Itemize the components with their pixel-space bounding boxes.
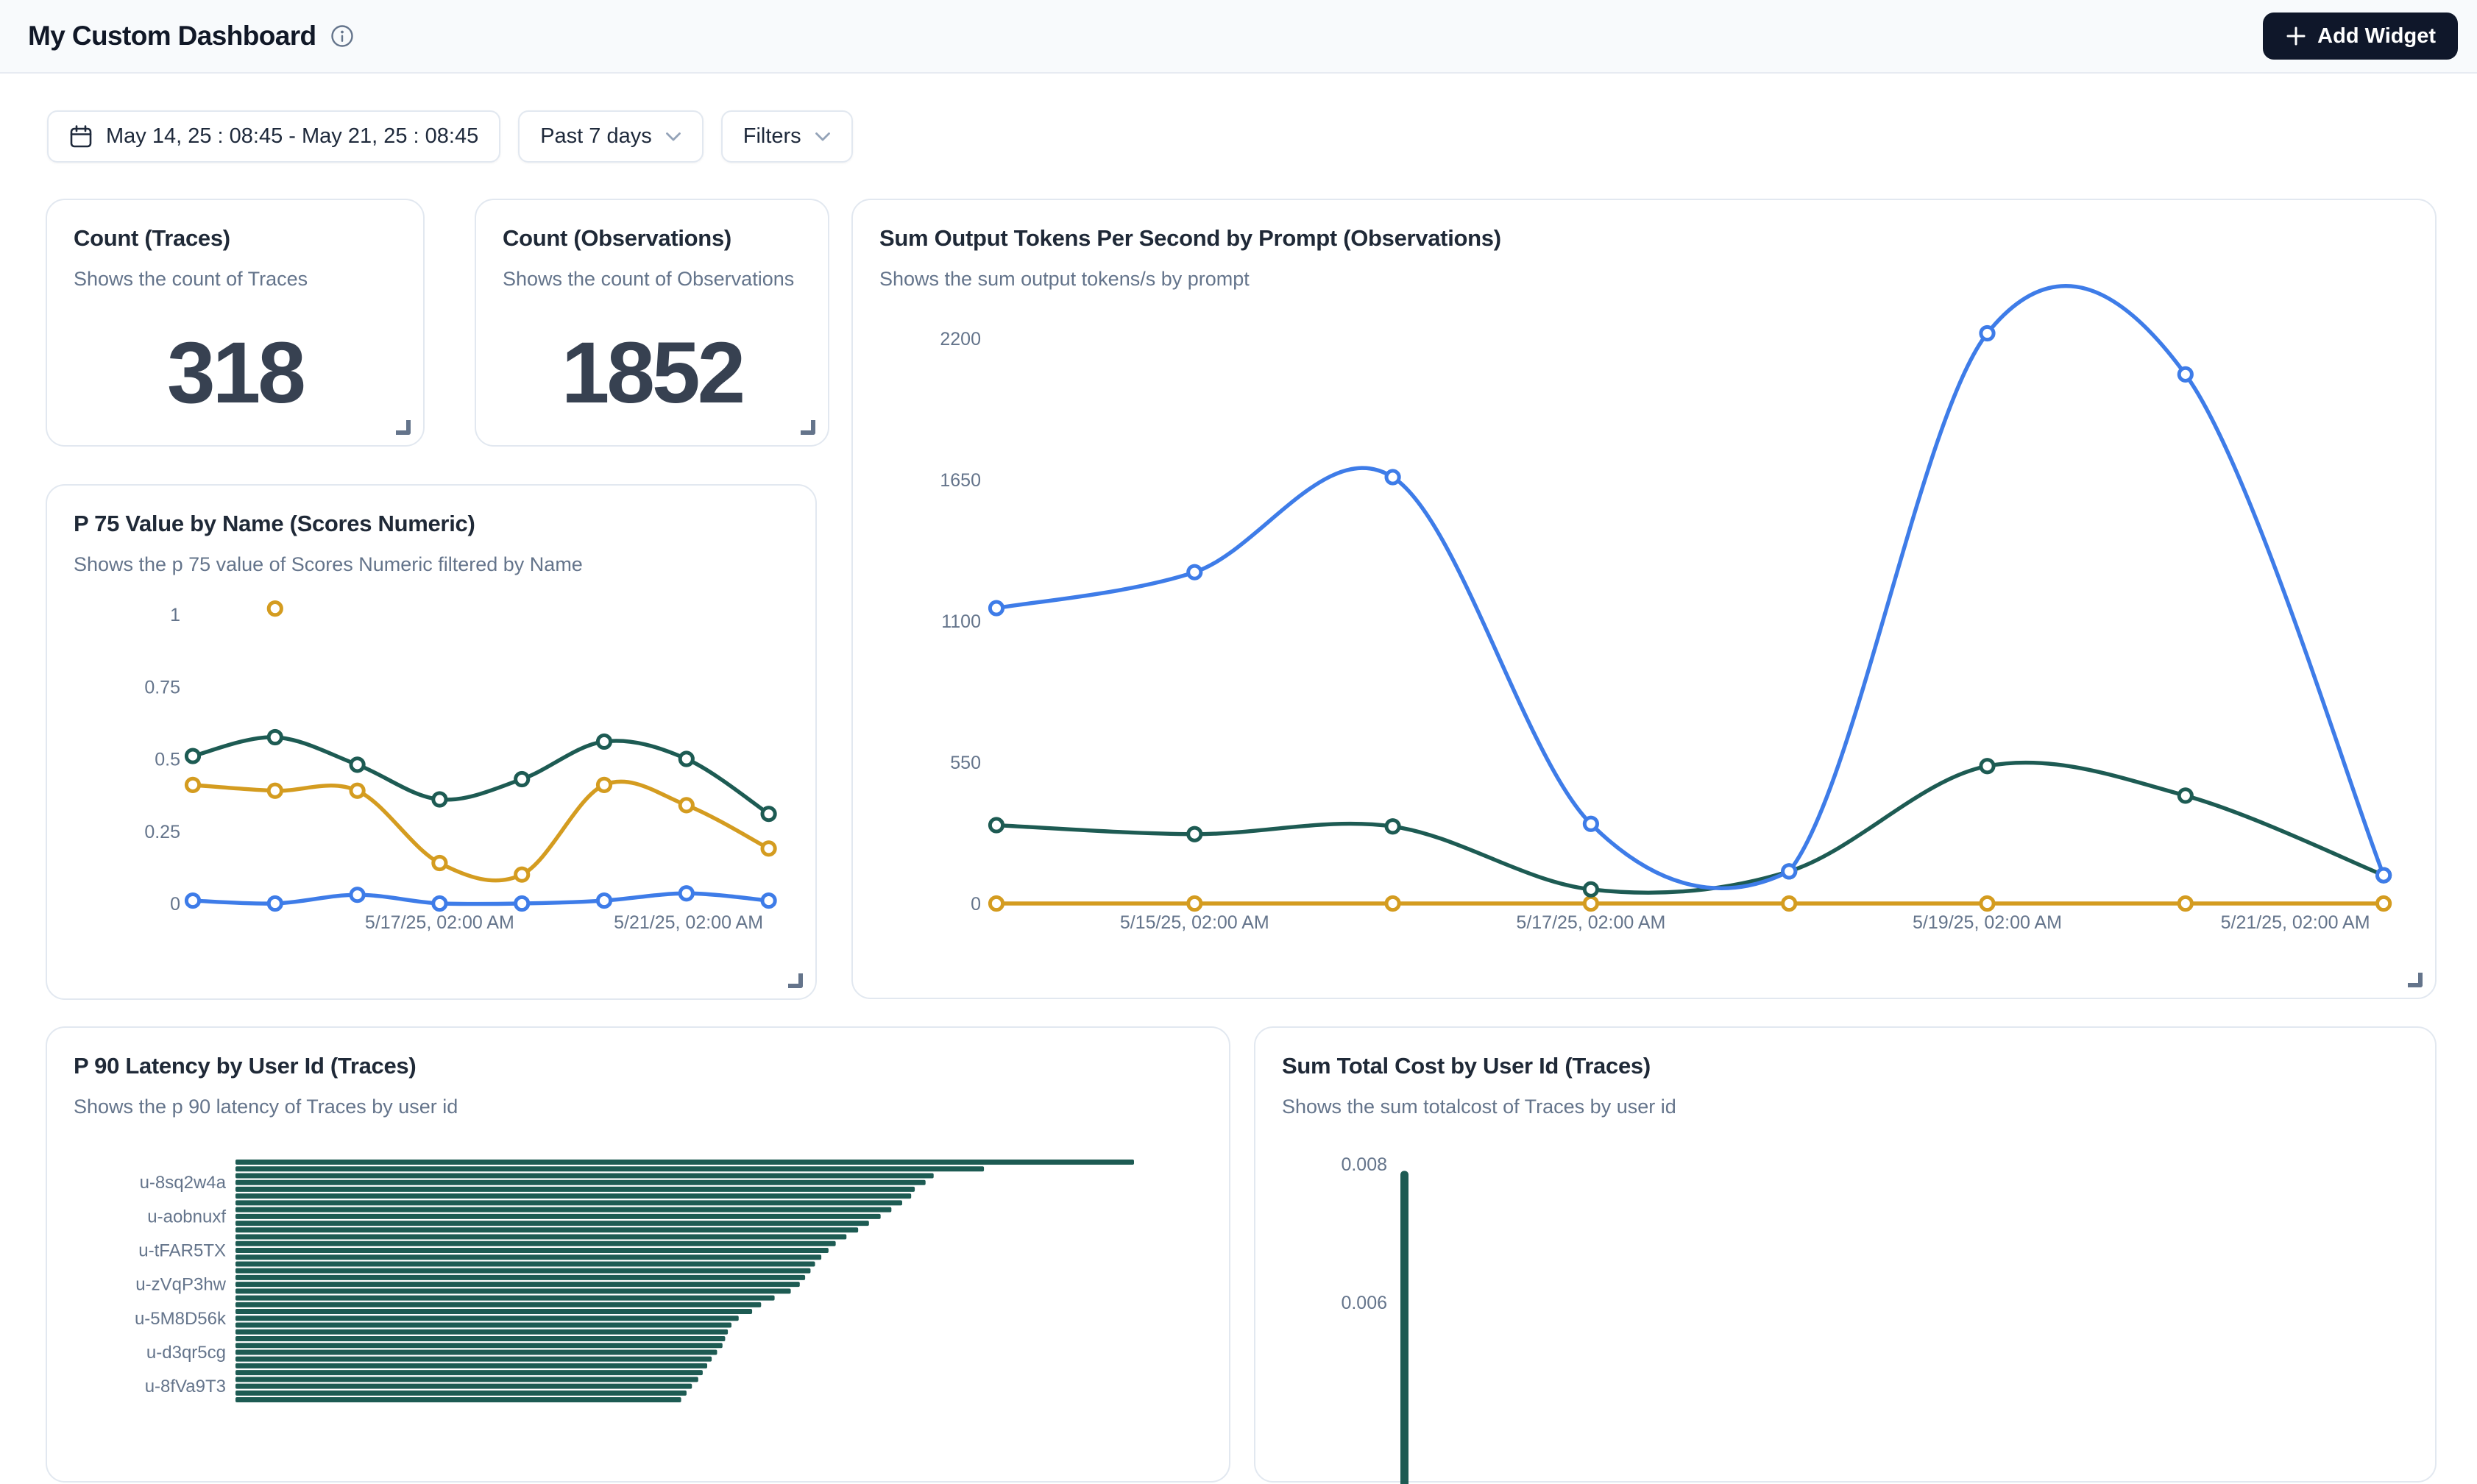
p90-bar-chart: u-8sq2w4a u-aobnuxf u-tFAR5TX u-zVqP3hw u-5M… bbox=[47, 1028, 1232, 1484]
cost-bar-chart: 0.008 0.006 bbox=[1255, 1028, 2438, 1484]
svg-text:5/19/25, 02:00 AM: 5/19/25, 02:00 AM bbox=[1913, 912, 2062, 933]
svg-text:0.006: 0.006 bbox=[1341, 1293, 1387, 1313]
svg-text:2200: 2200 bbox=[940, 329, 981, 349]
resize-corner-icon[interactable] bbox=[2408, 973, 2423, 987]
svg-text:1650: 1650 bbox=[940, 470, 981, 491]
count-value: 318 bbox=[47, 314, 423, 432]
svg-text:5/17/25, 02:00 AM: 5/17/25, 02:00 AM bbox=[1516, 912, 1665, 933]
chevron-down-icon bbox=[815, 132, 831, 142]
widget-subtitle: Shows the count of Traces bbox=[74, 268, 397, 291]
add-widget-label: Add Widget bbox=[2317, 24, 2436, 49]
svg-text:u-8sq2w4a: u-8sq2w4a bbox=[140, 1173, 227, 1193]
filters-button[interactable]: Filters bbox=[721, 110, 853, 163]
svg-text:5/21/25, 02:00 AM: 5/21/25, 02:00 AM bbox=[2221, 912, 2370, 933]
calendar-icon bbox=[69, 124, 93, 149]
date-range-value: May 14, 25 : 08:45 - May 21, 25 : 08:45 bbox=[106, 124, 478, 149]
dashboard-header: My Custom Dashboard Add Widget bbox=[0, 0, 2477, 74]
chevron-down-icon bbox=[665, 132, 681, 142]
svg-text:0.25: 0.25 bbox=[144, 822, 180, 842]
resize-corner-icon[interactable] bbox=[396, 420, 411, 435]
widget-subtitle: Shows the count of Observations bbox=[503, 268, 801, 291]
resize-corner-icon[interactable] bbox=[788, 973, 803, 988]
date-preset-value: Past 7 days bbox=[540, 124, 652, 149]
svg-text:u-5M8D56k: u-5M8D56k bbox=[135, 1309, 227, 1329]
count-value: 1852 bbox=[476, 314, 828, 432]
widget-p90-chart: P 90 Latency by User Id (Traces) Shows t… bbox=[46, 1026, 1230, 1483]
svg-text:550: 550 bbox=[950, 753, 981, 773]
add-widget-button[interactable]: Add Widget bbox=[2263, 13, 2458, 60]
widget-title: Count (Observations) bbox=[503, 225, 801, 252]
widget-count-observations: Count (Observations) Shows the count of … bbox=[475, 199, 829, 447]
svg-text:u-zVqP3hw: u-zVqP3hw bbox=[135, 1275, 226, 1295]
info-icon[interactable] bbox=[330, 24, 355, 49]
svg-text:0.008: 0.008 bbox=[1341, 1154, 1387, 1175]
resize-corner-icon[interactable] bbox=[801, 420, 815, 435]
svg-text:5/15/25, 02:00 AM: 5/15/25, 02:00 AM bbox=[1120, 912, 1269, 933]
date-preset-select[interactable]: Past 7 days bbox=[518, 110, 704, 163]
svg-text:0: 0 bbox=[971, 894, 981, 915]
plus-icon bbox=[2285, 25, 2307, 47]
tokens-line-chart: 0 550 1100 1650 2200 5/15/25, 02:00 AM 5/17/25… bbox=[853, 200, 2438, 1001]
page-title: My Custom Dashboard bbox=[28, 21, 316, 52]
svg-text:1: 1 bbox=[170, 605, 180, 625]
widget-p75-chart: P 75 Value by Name (Scores Numeric) Show… bbox=[46, 484, 817, 1000]
widget-title: Count (Traces) bbox=[74, 225, 397, 252]
svg-text:u-aobnuxf: u-aobnuxf bbox=[147, 1207, 226, 1226]
svg-text:5/17/25, 02:00 AM: 5/17/25, 02:00 AM bbox=[365, 912, 514, 933]
svg-text:u-d3qr5cg: u-d3qr5cg bbox=[146, 1343, 226, 1363]
widget-cost-chart: Sum Total Cost by User Id (Traces) Shows… bbox=[1254, 1026, 2437, 1483]
widget-count-traces: Count (Traces) Shows the count of Traces… bbox=[46, 199, 425, 447]
filters-label: Filters bbox=[743, 124, 801, 149]
filter-row: May 14, 25 : 08:45 - May 21, 25 : 08:45 … bbox=[47, 110, 853, 163]
widget-tokens-chart: Sum Output Tokens Per Second by Prompt (… bbox=[851, 199, 2437, 999]
svg-text:u-tFAR5TX: u-tFAR5TX bbox=[138, 1240, 226, 1260]
svg-text:1100: 1100 bbox=[941, 611, 981, 632]
svg-text:0.5: 0.5 bbox=[155, 750, 180, 770]
svg-text:0: 0 bbox=[170, 894, 180, 915]
date-range-picker[interactable]: May 14, 25 : 08:45 - May 21, 25 : 08:45 bbox=[47, 110, 500, 163]
p75-line-chart: 0 0.25 0.5 0.75 1 5/17/25, 02:00 AM 5/21/25, 0… bbox=[47, 486, 818, 1001]
svg-text:0.75: 0.75 bbox=[144, 677, 180, 697]
svg-text:5/21/25, 02:00 AM: 5/21/25, 02:00 AM bbox=[614, 912, 763, 933]
svg-text:u-8fVa9T3: u-8fVa9T3 bbox=[145, 1377, 226, 1396]
